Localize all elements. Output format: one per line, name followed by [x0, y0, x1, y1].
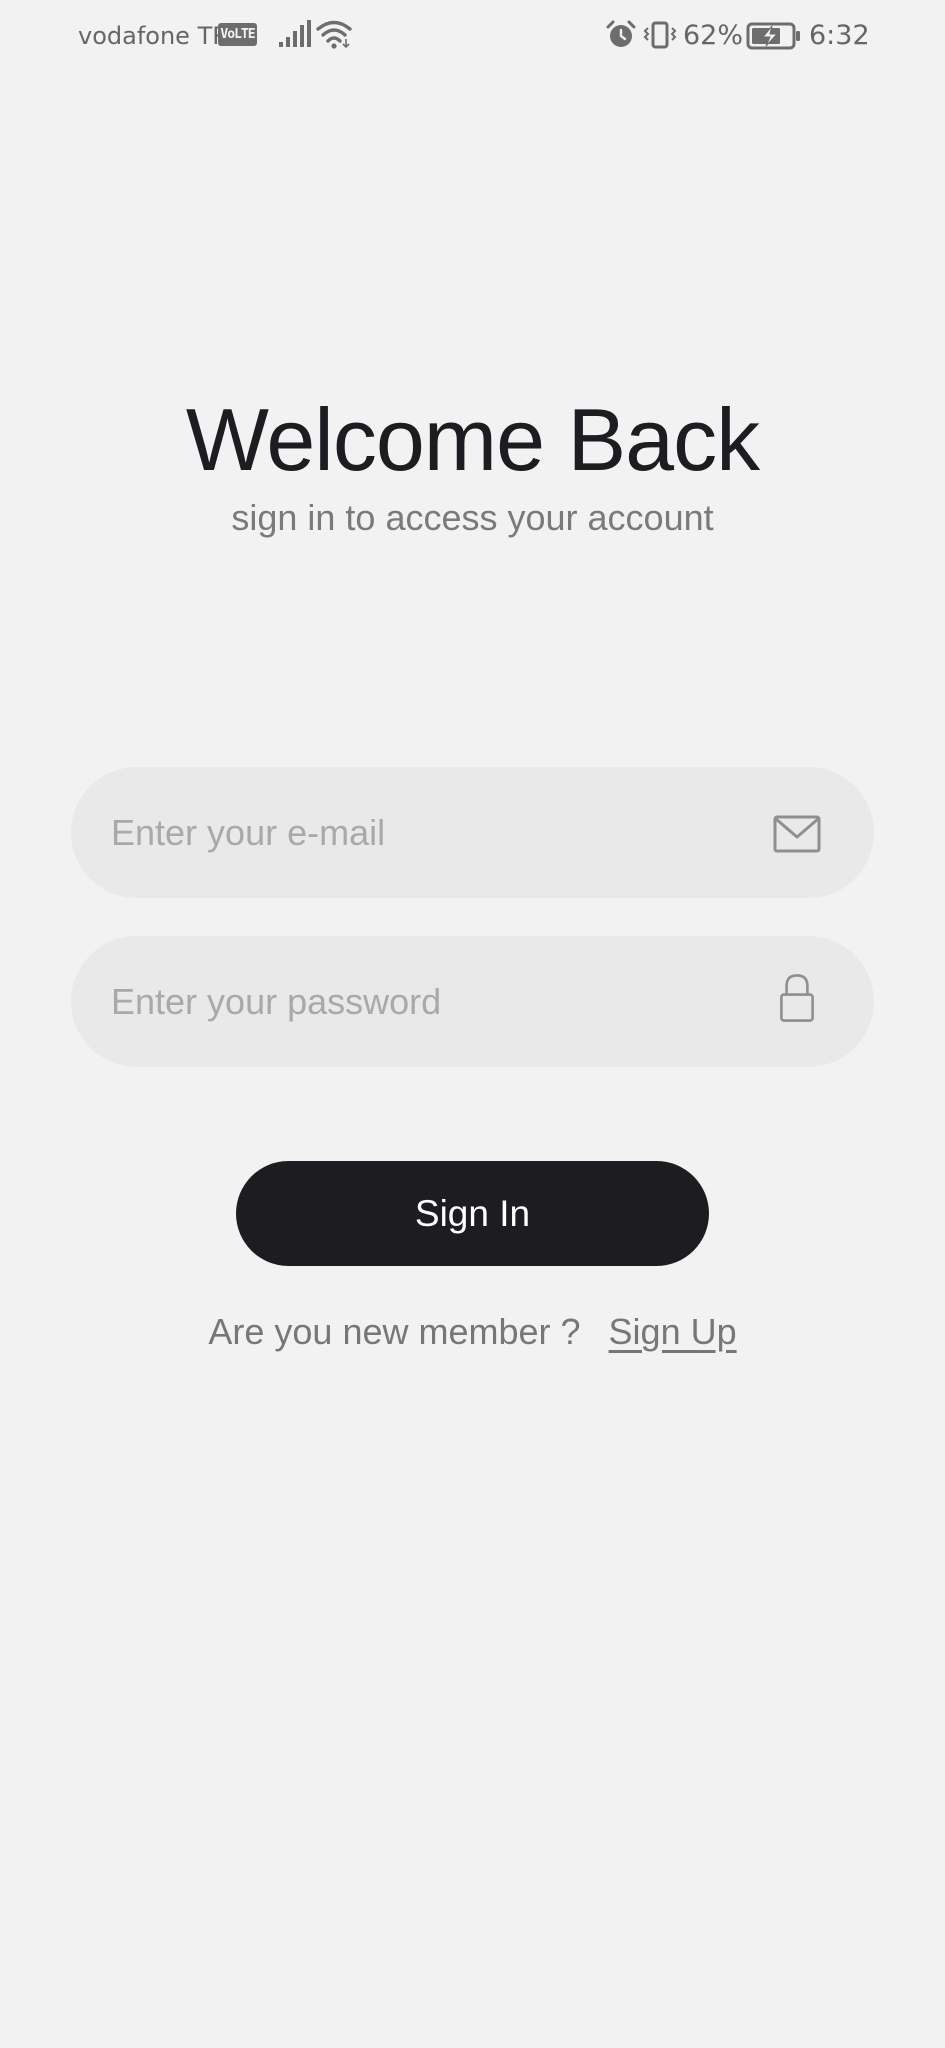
password-field-container[interactable] [71, 936, 874, 1067]
vibrate-icon [643, 21, 677, 49]
wifi-icon [316, 20, 352, 49]
mail-icon [773, 815, 821, 853]
carrier-name: vodafone TR [78, 22, 229, 50]
signup-question-text: Are you new member ? [208, 1311, 581, 1352]
battery-charging-icon [746, 22, 800, 50]
battery-percent: 62% [683, 20, 744, 51]
page-subtitle: sign in to access your account [231, 497, 714, 538]
signal-bars-icon [279, 20, 311, 47]
signup-prompt: Are you new member ? Sign Up [0, 1308, 945, 1356]
volte-badge: VoLTE [218, 23, 257, 46]
status-bar: vodafone TR VoLTE 62% 6:32 [0, 0, 945, 72]
page-title: Welcome Back [185, 390, 760, 489]
clock: 6:32 [809, 20, 870, 51]
sign-in-button[interactable]: Sign In [236, 1161, 709, 1266]
alarm-clock-icon [606, 20, 636, 47]
sign-up-link[interactable]: Sign Up [609, 1311, 737, 1352]
password-input[interactable] [111, 936, 751, 1067]
lock-icon [780, 974, 814, 1022]
email-field-container[interactable] [71, 767, 874, 898]
email-input[interactable] [111, 767, 751, 898]
